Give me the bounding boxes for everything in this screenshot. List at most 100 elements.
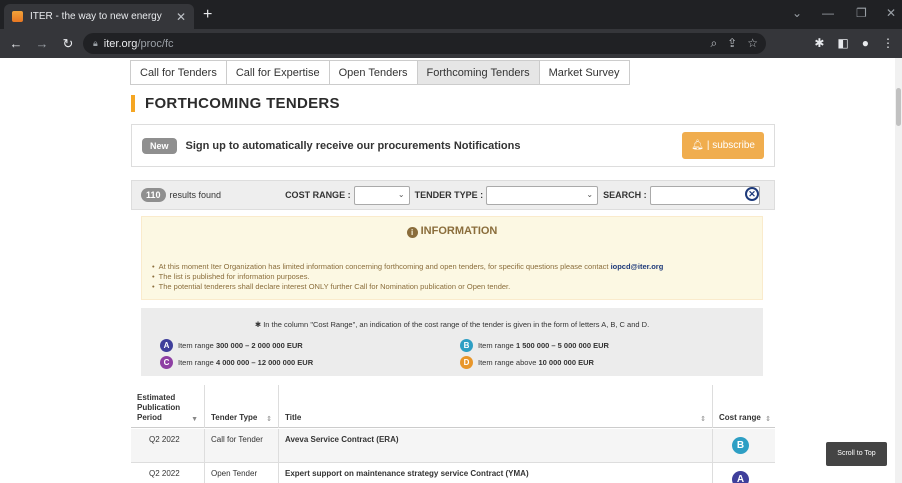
list-item: At this moment Iter Organization has lim… [152,262,664,272]
close-tab-icon[interactable]: ✕ [176,10,186,24]
header-cost-label: Cost range [719,413,761,422]
legend-item-d: D Item range above 10 000 000 EUR [460,356,594,369]
sort-icon: ⇕ [765,416,771,423]
cell-type: Call for Tender [204,429,278,463]
legend-prefix: Item range [478,341,514,350]
forward-icon[interactable]: → [32,36,52,51]
page-scrollbar[interactable] [895,58,902,483]
legend-range: 10 000 000 EUR [538,358,594,367]
range-a-badge: A [732,471,749,483]
sort-icon: ⇕ [700,416,706,423]
list-item: The potential tenderers shall declare in… [152,282,663,292]
clear-filters-icon[interactable]: ✕ [745,187,759,201]
legend-range: 1 500 000 – 5 000 000 EUR [515,341,609,350]
tab-search-icon[interactable]: ⌄ [792,6,802,20]
subscribe-button[interactable]: 🔔︎ | subscribe [682,132,764,159]
legend-range: 300 000 – 2 000 000 EUR [215,341,303,350]
restore-icon[interactable]: ❐ [856,6,867,20]
contact-email-link[interactable]: iopcd@iter.org [611,262,664,271]
tab-open-tenders[interactable]: Open Tenders [329,60,418,85]
side-panel-icon[interactable]: ◧ [837,36,848,50]
new-badge: New [142,137,177,154]
back-icon[interactable]: ← [6,36,26,51]
tab-market-survey[interactable]: Market Survey [539,60,630,85]
browser-toolbar: ← → ↻ 🔒︎ iter.org/proc/fc ⌕ ⇪ ☆ ✱ ◧ ● ⋮ [0,29,902,58]
range-b-badge: B [732,437,749,454]
browser-tab[interactable]: ITER - the way to new energy ✕ [4,4,194,29]
address-bar[interactable]: 🔒︎ iter.org/proc/fc ⌕ ⇪ ☆ [83,33,766,54]
notification-banner: New Sign up to automatically receive our… [131,124,775,167]
table-row[interactable]: Q2 2022 Open Tender Expert support on ma… [131,463,775,483]
legend-item-b: B Item range 1 500 000 – 5 000 000 EUR [460,339,609,352]
scroll-to-top-button[interactable]: Scroll to Top [826,442,887,466]
page-title: FORTHCOMING TENDERS [131,95,340,112]
legend-note-text: In the column "Cost Range", an indicatio… [263,320,650,329]
chevron-down-icon: ⌄ [586,189,594,199]
range-a-badge: A [160,339,173,352]
header-type-label: Tender Type [211,413,258,422]
sort-icon: ⇕ [266,416,272,423]
url-path: /proc/fc [137,37,174,50]
tab-call-for-expertise[interactable]: Call for Expertise [226,60,330,85]
information-title-text: INFORMATION [420,225,498,237]
bell-icon: 🔔︎ [691,140,704,151]
results-count-text: results found [169,190,222,200]
legend-prefix: Item range [178,358,214,367]
share-icon[interactable]: ⇪ [727,36,737,51]
table-row[interactable]: Q2 2022 Call for Tender Aveva Service Co… [131,429,775,463]
profile-icon[interactable]: ● [862,36,869,50]
legend-range: 4 000 000 – 12 000 000 EUR [215,358,314,367]
header-tender-type[interactable]: Tender Type ⇕ [204,385,278,428]
table-header: Estimated Publication Period ▼ Tender Type… [131,385,775,428]
chevron-down-icon: ⌄ [397,189,405,199]
information-list: At this moment Iter Organization has lim… [152,262,664,292]
header-period-line: Estimated [137,393,176,402]
cell-cost: A [712,463,775,483]
zoom-icon[interactable]: ⌕ [710,36,717,51]
tender-type-label: TENDER TYPE : [414,190,484,200]
header-period-line: Publication [137,403,181,412]
browser-tab-strip: ITER - the way to new energy ✕ + ⌄ — ❐ ✕ [0,0,902,29]
cost-range-legend: ✱ In the column "Cost Range", an indicat… [141,308,763,376]
extensions-icon[interactable]: ✱ [814,36,824,50]
tender-type-select[interactable]: ⌄ [486,185,599,205]
minimize-icon[interactable]: — [822,6,834,20]
info-icon: i [406,227,418,238]
browser-tab-title: ITER - the way to new energy [30,11,162,22]
menu-icon[interactable]: ⋮ [882,36,894,50]
scrollbar-thumb[interactable] [896,88,901,126]
tab-call-for-tenders[interactable]: Call for Tenders [130,60,227,85]
info-line-text: At this moment Iter Organization has lim… [158,262,609,271]
cell-type: Open Tender [204,463,278,483]
header-title-label: Title [285,413,302,422]
cost-range-select[interactable]: ⌄ [353,185,410,205]
cell-title: Expert support on maintenance strategy s… [278,463,712,483]
results-count-badge: 110 [141,188,166,202]
subscribe-label: | subscribe [706,140,755,151]
iter-favicon-icon [12,11,23,22]
web-page: Call for Tenders Call for Expertise Open… [0,58,902,483]
search-input[interactable] [649,185,760,205]
legend-note: ✱ In the column "Cost Range", an indicat… [141,320,763,329]
information-title: i INFORMATION [142,225,762,238]
cell-cost: B [712,429,775,463]
procurement-tabs: Call for Tenders Call for Expertise Open… [130,60,630,85]
cell-title: Aveva Service Contract (ERA) [278,429,712,463]
legend-prefix: Item range [178,341,214,350]
header-cost-range[interactable]: Cost range ⇕ [712,385,775,428]
header-title[interactable]: Title ⇕ [278,385,712,428]
bookmark-star-icon[interactable]: ☆ [747,36,758,51]
header-publication-period[interactable]: Estimated Publication Period ▼ [131,385,204,428]
notification-text: Sign up to automatically receive our pro… [185,139,521,152]
tab-forthcoming-tenders[interactable]: Forthcoming Tenders [417,60,540,85]
legend-prefix: Item range above [478,358,537,367]
range-b-badge: B [460,339,473,352]
reload-icon[interactable]: ↻ [58,36,78,52]
header-period-line: Period [137,413,162,422]
close-window-icon[interactable]: ✕ [886,6,896,20]
sort-desc-icon: ▼ [191,416,198,423]
new-tab-icon[interactable]: + [203,6,212,24]
range-d-badge: D [460,356,473,369]
url-host: iter.org [103,37,138,50]
cost-range-label: COST RANGE : [285,190,351,200]
